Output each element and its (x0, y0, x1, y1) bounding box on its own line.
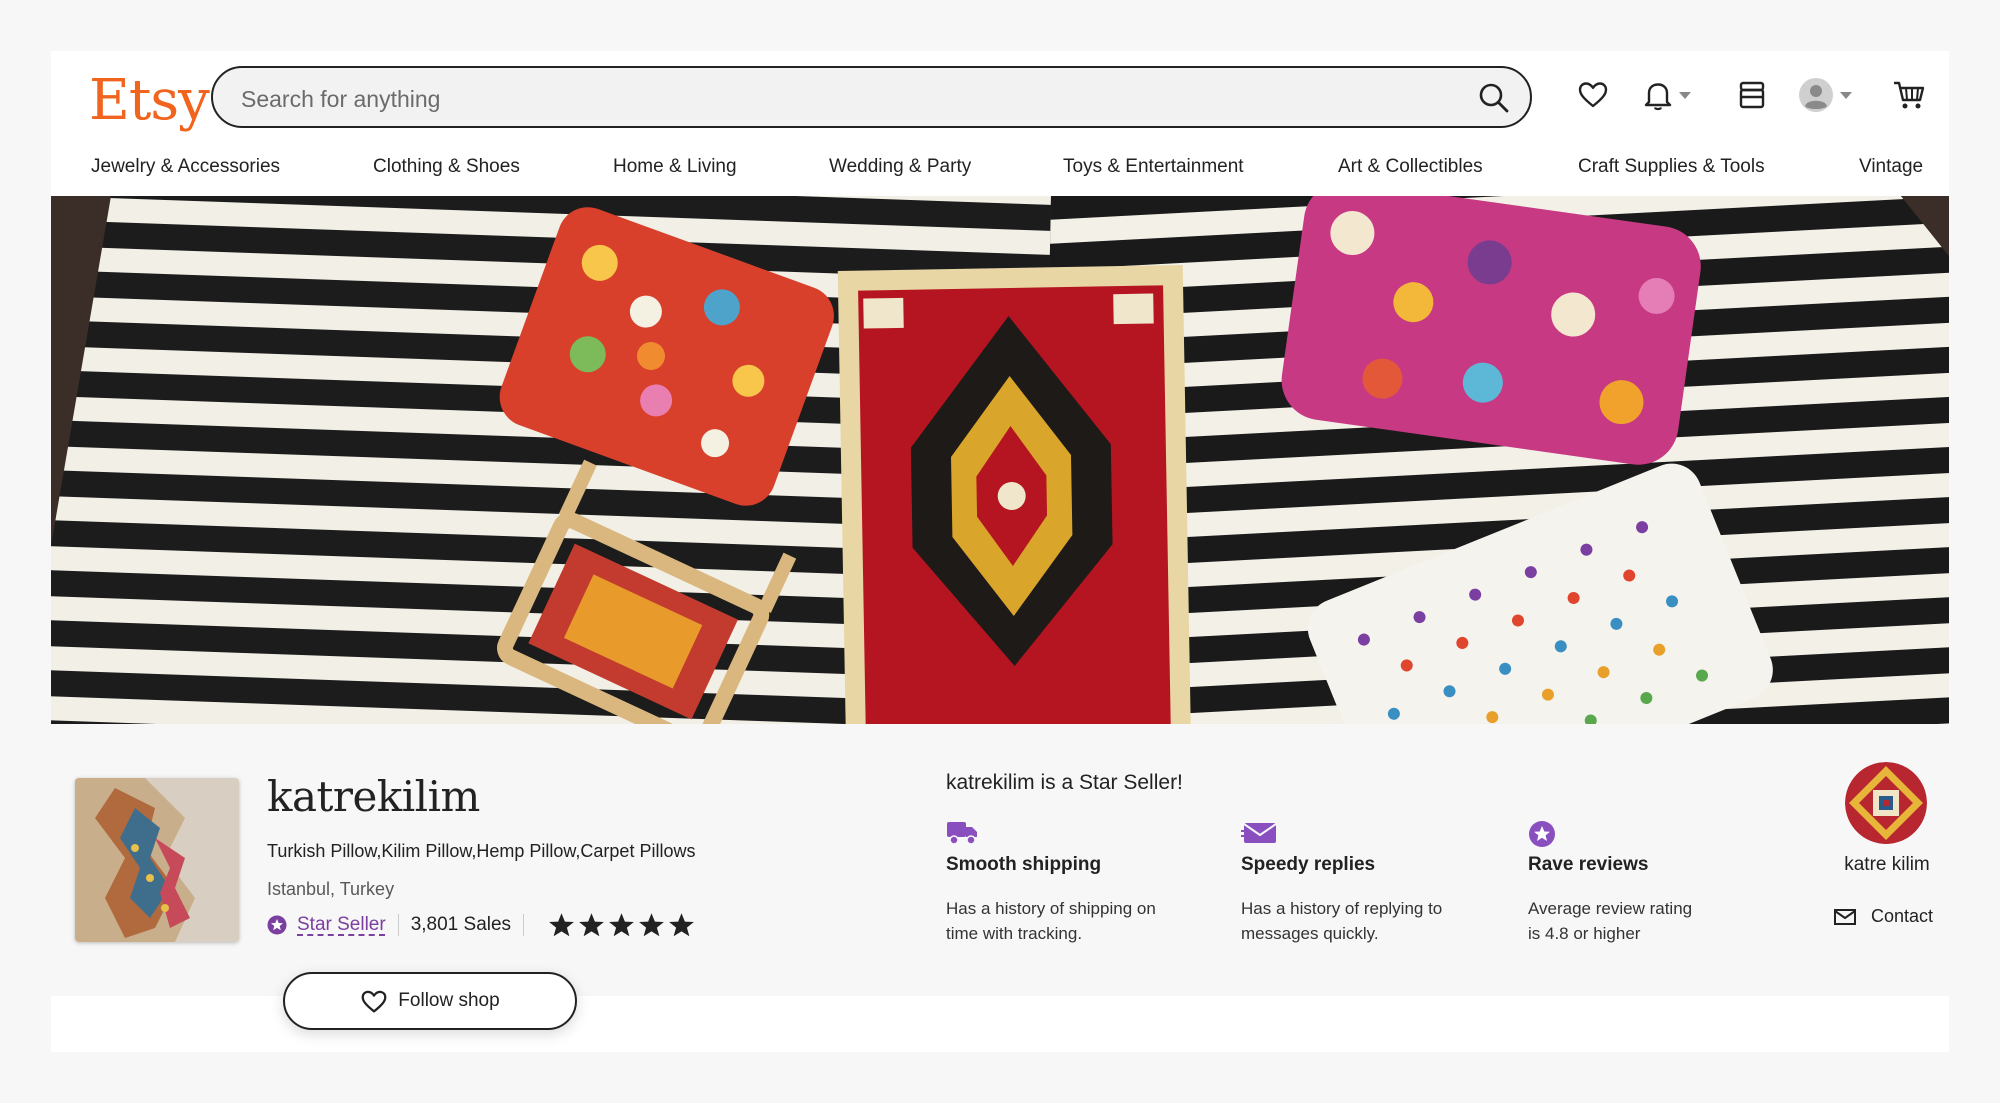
search-input[interactable] (239, 80, 1423, 118)
heart-icon (361, 990, 387, 1013)
feature-smooth-shipping: Smooth shipping Has a history of shippin… (946, 820, 1206, 946)
feature-description: Average review rating is 4.8 or higher (1528, 899, 1693, 943)
nav-item-jewelry[interactable]: Jewelry & Accessories (91, 156, 280, 178)
owner-avatar[interactable] (1845, 762, 1927, 844)
nav-item-vintage[interactable]: Vintage (1859, 156, 1923, 178)
follow-shop-label: Follow shop (398, 990, 500, 1011)
envelope-icon (1834, 908, 1856, 925)
nav-item-toys[interactable]: Toys & Entertainment (1063, 156, 1244, 178)
divider (523, 914, 525, 936)
nav-item-wedding-party[interactable]: Wedding & Party (829, 156, 971, 178)
category-nav: Jewelry & Accessories Clothing & Shoes H… (51, 156, 1949, 196)
owner-name: katre kilim (1844, 854, 1930, 875)
feature-description: Has a history of replying to messages qu… (1241, 899, 1443, 943)
star-icon (549, 913, 574, 937)
star-icon (639, 913, 664, 937)
nav-item-art[interactable]: Art & Collectibles (1338, 156, 1483, 178)
star-icon (669, 913, 694, 937)
feature-speedy-replies: Speedy replies Has a history of replying… (1241, 820, 1501, 946)
star-icon (609, 913, 634, 937)
nav-item-clothing[interactable]: Clothing & Shoes (373, 156, 520, 178)
shop-meta-row: Star Seller 3,801 Sales (267, 910, 695, 940)
feature-description: Has a history of shipping on time with t… (946, 899, 1156, 943)
mail-icon (1241, 820, 1501, 848)
follow-shop-button[interactable]: Follow shop (283, 972, 577, 1030)
rating-stars[interactable] (548, 912, 695, 938)
truck-icon (946, 820, 1206, 848)
shop-manager-icon[interactable] (1736, 77, 1768, 113)
search-bar (211, 66, 1532, 128)
nav-item-craft-supplies[interactable]: Craft Supplies & Tools (1578, 156, 1765, 178)
site-header: Etsy Jewelry & Accessories Clothing & Sh… (51, 51, 1949, 196)
divider (397, 914, 399, 936)
feature-rave-reviews: Rave reviews Average review rating is 4.… (1528, 820, 1788, 946)
chevron-down-icon (1840, 91, 1852, 99)
page-frame: Etsy Jewelry & Accessories Clothing & Sh… (51, 51, 1949, 1052)
chevron-down-icon (1679, 91, 1691, 99)
shop-tagline: Turkish Pillow,Kilim Pillow,Hemp Pillow,… (267, 841, 696, 861)
feature-title: Smooth shipping (946, 854, 1102, 875)
shop-info-section: katrekilim Turkish Pillow,Kilim Pillow,H… (51, 724, 1949, 1052)
search-icon[interactable] (1476, 80, 1512, 116)
shop-banner-image (51, 196, 1949, 724)
cart-icon[interactable] (1892, 77, 1926, 113)
shop-location: Istanbul, Turkey (267, 879, 395, 899)
star-seller-title: katrekilim is a Star Seller! (946, 771, 1183, 794)
star-seller-link[interactable]: Star Seller (297, 914, 386, 936)
star-seller-badge-icon (267, 915, 287, 935)
account-avatar-icon[interactable] (1798, 77, 1852, 113)
favorites-heart-icon[interactable] (1577, 77, 1609, 113)
contact-label: Contact (1871, 906, 1934, 926)
contact-button[interactable]: Contact (1833, 906, 1933, 927)
notifications-bell-icon[interactable] (1643, 77, 1691, 113)
feature-title: Speedy replies (1241, 854, 1376, 875)
shop-icon-image (75, 778, 239, 942)
feature-title: Rave reviews (1528, 854, 1649, 875)
nav-item-home-living[interactable]: Home & Living (613, 156, 737, 178)
star-icon (579, 913, 604, 937)
sales-count: 3,801 Sales (410, 914, 512, 935)
etsy-logo[interactable]: Etsy (89, 65, 210, 137)
shop-name: katrekilim (267, 772, 480, 821)
star-badge-icon (1528, 820, 1788, 848)
